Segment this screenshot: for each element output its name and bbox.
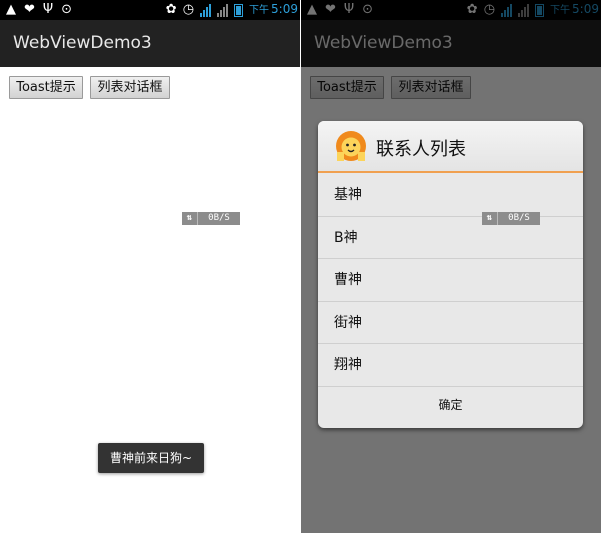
shield-icon: ❤ [24, 2, 35, 17]
status-bar: ▲ ❤ Ψ ⊙ ✿ ◷ 下午5:09 [0, 0, 300, 20]
alarm-icon: ✿ [165, 2, 177, 17]
list-item[interactable]: 街神 [318, 302, 583, 344]
net-speed-badge: ⇅ 0B/S [182, 212, 240, 225]
status-right-icons: ✿ ◷ 下午5:09 [166, 2, 298, 18]
contact-list-dialog: 联系人列表 基神 B神 曹神 街神 翔神 确定 [318, 121, 583, 428]
net-speed-badge: ⇅ 0B/S [482, 212, 540, 225]
dialog-header: 联系人列表 [318, 121, 583, 173]
confirm-button[interactable]: 确定 [318, 386, 583, 428]
toast-button[interactable]: Toast提示 [9, 76, 83, 99]
lion-icon [336, 131, 366, 161]
status-left-icons: ▲ ❤ Ψ ⊙ [6, 2, 72, 18]
list-item[interactable]: B神 [318, 217, 583, 259]
signal-3g-icon [200, 3, 212, 17]
toast-message: 曹神前来日狗~ [98, 443, 204, 473]
list-item[interactable]: 翔神 [318, 344, 583, 387]
signal-icon [217, 3, 229, 17]
contact-list: 基神 B神 曹神 街神 翔神 [318, 174, 583, 387]
action-bar: WebViewDemo3 [0, 20, 300, 67]
status-time: 下午5:09 [249, 1, 298, 19]
time-prefix: 下午 [249, 5, 270, 16]
dialog-title: 联系人列表 [376, 139, 466, 160]
screen-dialog: ▲ ❤ Ψ ⊙ ✿ ◷ 下午5:09 WebViewDemo3 Toast提示 … [301, 0, 601, 533]
transfer-arrows-icon: ⇅ [182, 212, 198, 225]
list-item[interactable]: 基神 [318, 174, 583, 217]
net-speed-value: 0B/S [508, 213, 530, 223]
warning-icon: ▲ [6, 2, 16, 17]
usb-icon: Ψ [42, 2, 54, 17]
transfer-arrows-icon: ⇅ [482, 212, 498, 225]
net-speed-value: 0B/S [208, 213, 230, 223]
clock-icon: ◷ [182, 2, 195, 17]
list-item[interactable]: 曹神 [318, 259, 583, 302]
screen-main: ▲ ❤ Ψ ⊙ ✿ ◷ 下午 5:09 WebViewDemo3 Toast提示 … [0, 0, 300, 533]
download-icon: ⊙ [61, 2, 73, 17]
app-title: WebViewDemo3 [13, 33, 152, 53]
battery-icon [234, 3, 244, 17]
time-value: 5:09 [271, 2, 298, 16]
list-dialog-button[interactable]: 列表对话框 [90, 76, 170, 99]
